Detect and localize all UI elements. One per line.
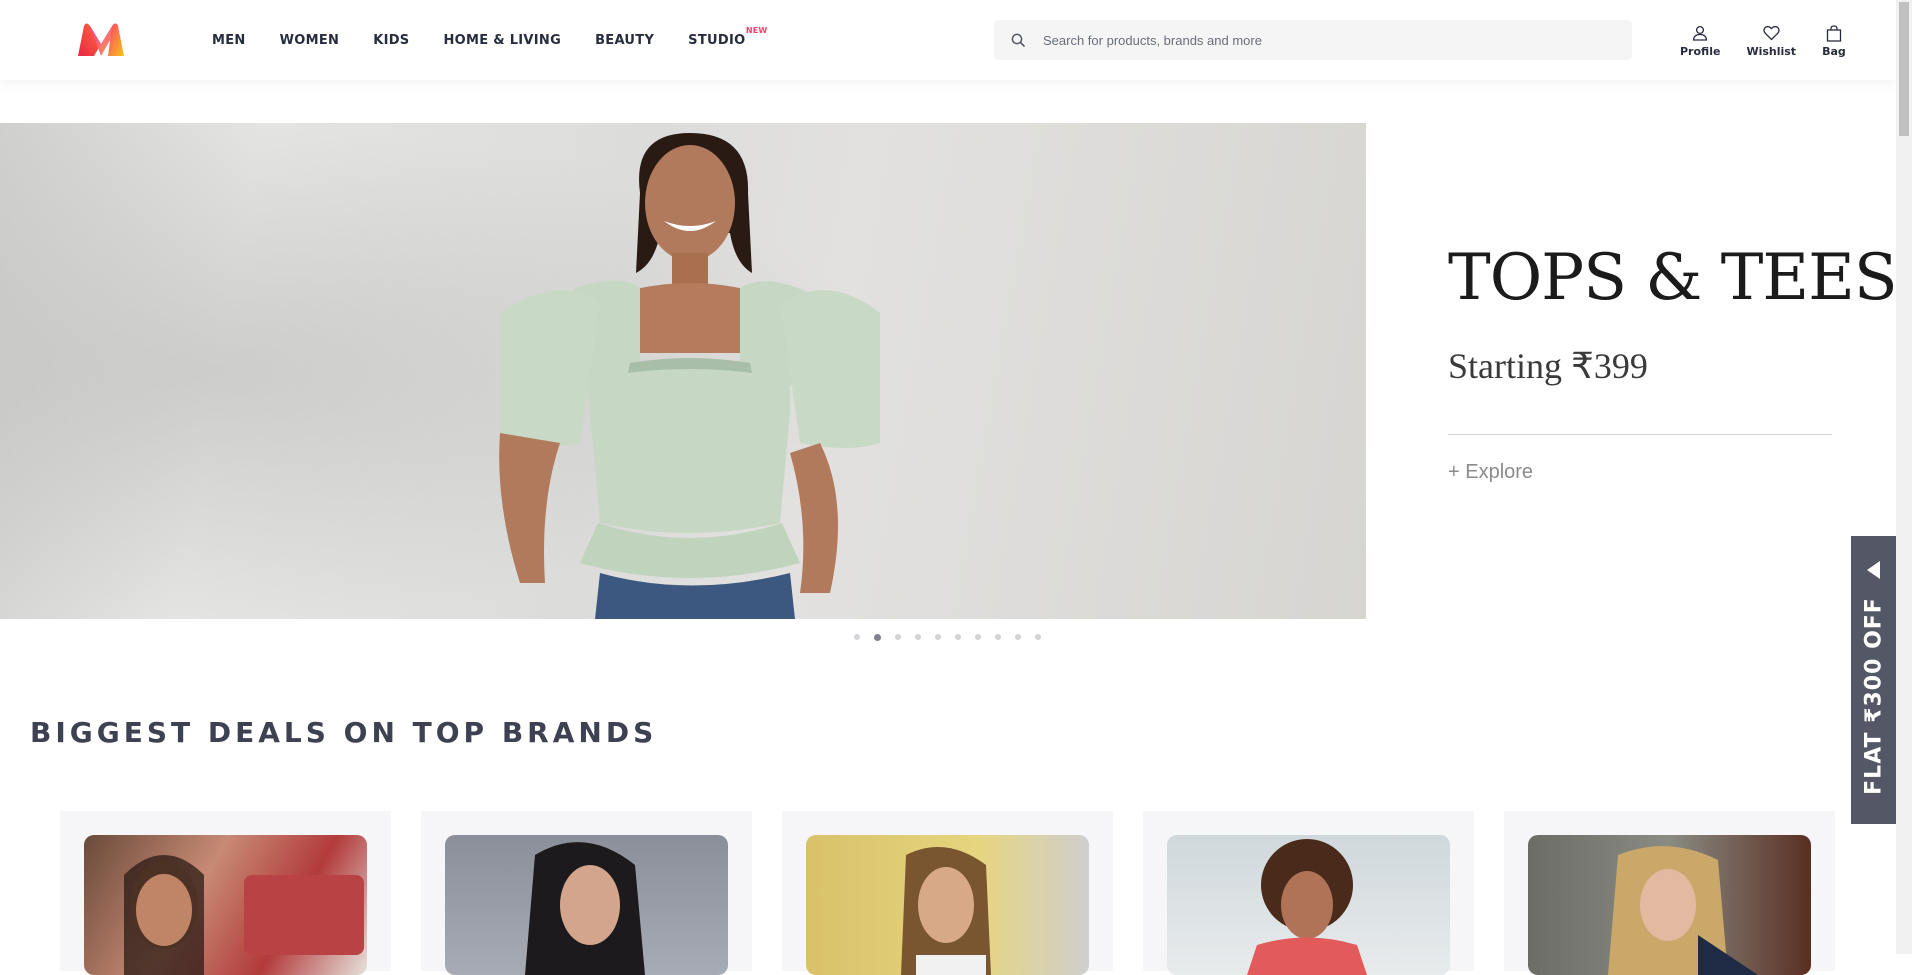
carousel-dot[interactable] bbox=[1035, 634, 1041, 640]
deal-card[interactable] bbox=[1504, 811, 1835, 975]
deal-card[interactable] bbox=[1143, 811, 1474, 975]
nav-studio-label: STUDIO bbox=[688, 32, 746, 48]
carousel-dot[interactable] bbox=[955, 634, 961, 640]
carousel-dot[interactable] bbox=[915, 634, 921, 640]
nav-women-label: WOMEN bbox=[279, 32, 340, 48]
deal-card[interactable] bbox=[782, 811, 1113, 975]
search-input[interactable] bbox=[1041, 20, 1631, 60]
hero-banner-image[interactable] bbox=[0, 123, 1366, 619]
carousel-dot[interactable] bbox=[895, 634, 901, 640]
banner-copy: TOPS & TEES Starting ₹399 + Explore bbox=[1448, 123, 1898, 619]
carousel-dot[interactable] bbox=[874, 634, 881, 641]
carousel-dot[interactable] bbox=[975, 634, 981, 640]
banner-model-illustration bbox=[0, 123, 1366, 619]
nav-beauty[interactable]: BEAUTY bbox=[595, 33, 654, 48]
nav-home-living[interactable]: HOME & LIVING bbox=[443, 33, 561, 48]
profile-icon bbox=[1692, 24, 1708, 42]
deal-card-image bbox=[1528, 835, 1811, 975]
carousel-dot[interactable] bbox=[935, 634, 941, 640]
header-actions: Profile Wishlist Bag bbox=[1680, 24, 1872, 58]
wishlist-label: Wishlist bbox=[1746, 45, 1797, 58]
deal-card-image bbox=[84, 835, 367, 975]
deal-card-image bbox=[445, 835, 728, 975]
page-scrollbar[interactable] bbox=[1896, 0, 1912, 954]
new-badge: NEW bbox=[745, 25, 768, 35]
nav-home-living-label: HOME & LIVING bbox=[443, 32, 562, 48]
carousel-dot[interactable] bbox=[854, 634, 860, 640]
carousel-dot[interactable] bbox=[995, 634, 1001, 640]
banner-title: TOPS & TEES bbox=[1448, 241, 1898, 315]
banner-subtitle: Starting ₹399 bbox=[1448, 346, 1648, 386]
nav-men[interactable]: MEN bbox=[212, 33, 246, 48]
deal-card-image bbox=[806, 835, 1089, 975]
deal-card[interactable] bbox=[60, 811, 391, 975]
nav-beauty-label: BEAUTY bbox=[595, 32, 655, 48]
profile-label: Profile bbox=[1680, 45, 1721, 58]
scrollbar-thumb[interactable] bbox=[1899, 2, 1909, 136]
top-header: MEN WOMEN KIDS HOME & LIVING BEAUTY STUD… bbox=[0, 0, 1896, 80]
nav-men-label: MEN bbox=[212, 32, 246, 48]
section-title: BIGGEST DEALS ON TOP BRANDS bbox=[30, 716, 658, 749]
search-icon[interactable] bbox=[995, 20, 1041, 60]
banner-divider bbox=[1448, 434, 1832, 435]
bag-label: Bag bbox=[1822, 45, 1846, 58]
caret-left-icon bbox=[1865, 560, 1881, 585]
profile-button[interactable]: Profile bbox=[1680, 24, 1720, 58]
nav-kids[interactable]: KIDS bbox=[373, 33, 409, 48]
carousel-dot[interactable] bbox=[1015, 634, 1021, 640]
nav-kids-label: KIDS bbox=[373, 32, 410, 48]
explore-link[interactable]: + Explore bbox=[1448, 461, 1533, 484]
heart-icon bbox=[1763, 24, 1780, 42]
main-nav: MEN WOMEN KIDS HOME & LIVING BEAUTY STUD… bbox=[212, 0, 779, 80]
bag-button[interactable]: Bag bbox=[1822, 24, 1846, 58]
myntra-logo[interactable] bbox=[76, 22, 126, 58]
deal-cards-row bbox=[60, 811, 1865, 975]
deal-card[interactable] bbox=[421, 811, 752, 975]
nav-studio[interactable]: STUDIO NEW bbox=[688, 26, 767, 48]
nav-women[interactable]: WOMEN bbox=[280, 33, 340, 48]
promo-label: FLAT ₹300 OFF bbox=[1861, 597, 1886, 795]
wishlist-button[interactable]: Wishlist bbox=[1746, 24, 1796, 58]
search-bar bbox=[994, 20, 1632, 60]
deal-card-image bbox=[1167, 835, 1450, 975]
carousel-dots bbox=[854, 634, 1055, 641]
flat-off-promo-tab[interactable]: FLAT ₹300 OFF bbox=[1851, 536, 1896, 824]
bag-icon bbox=[1826, 24, 1842, 42]
